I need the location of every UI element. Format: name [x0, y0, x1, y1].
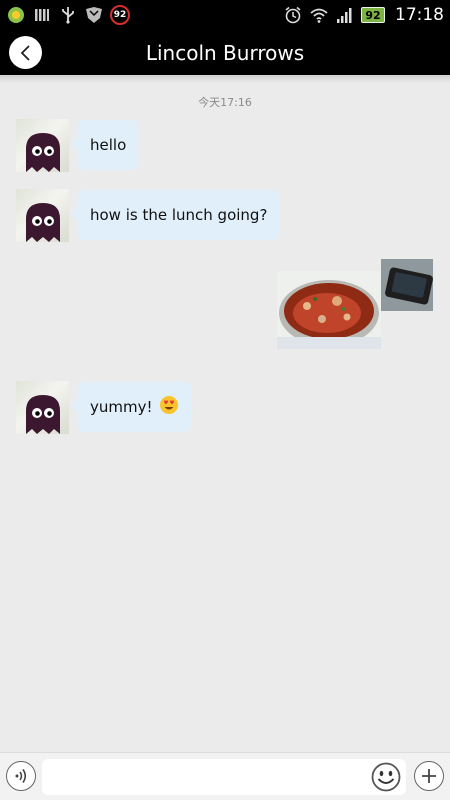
sent-image-message[interactable] — [277, 271, 381, 349]
contact-avatar[interactable] — [16, 381, 69, 434]
chevron-left-icon — [20, 44, 30, 61]
back-button[interactable] — [9, 36, 42, 69]
status-bar: 92 92 17:18 — [0, 0, 450, 30]
message-input[interactable] — [42, 759, 406, 795]
message-text: hello — [90, 136, 127, 154]
usb-icon — [58, 5, 78, 25]
voice-input-button[interactable] — [6, 761, 36, 791]
message-text: how is the lunch going? — [90, 206, 268, 224]
chat-timestamp: 今天17:16 — [198, 96, 252, 109]
title-bar: Lincoln Burrows — [0, 30, 450, 75]
shield-icon — [84, 5, 104, 25]
android-icon — [6, 5, 26, 25]
notification-count-icon: 92 — [110, 5, 130, 25]
contact-avatar[interactable] — [16, 119, 69, 172]
message-bubble-incoming[interactable]: how is the lunch going? — [70, 190, 280, 240]
message-text: yummy! — [90, 398, 153, 416]
message-bubble-incoming[interactable]: hello — [70, 120, 139, 170]
message-bubble-incoming[interactable]: yummy! — [71, 382, 191, 432]
alarm-icon — [283, 5, 303, 25]
add-attachment-button[interactable] — [414, 761, 444, 791]
wifi-icon — [309, 5, 329, 25]
signal-bars-icon — [32, 5, 52, 25]
food-photo — [277, 271, 381, 349]
status-bar-left: 92 — [6, 5, 130, 25]
phone-photo — [381, 259, 433, 311]
message-input-bar — [0, 752, 450, 800]
battery-icon: 92 — [361, 7, 385, 23]
cell-signal-icon — [335, 5, 355, 25]
emoji-button[interactable] — [370, 761, 402, 793]
sent-image-thumbnail[interactable] — [381, 259, 433, 311]
voice-wave-icon — [15, 769, 27, 783]
page-title: Lincoln Burrows — [145, 40, 305, 65]
contact-avatar[interactable] — [16, 189, 69, 242]
status-bar-right: 92 17:18 — [283, 5, 444, 25]
status-clock: 17:18 — [395, 5, 444, 25]
title-shadow — [0, 75, 450, 83]
heart-eyes-emoji-icon — [159, 395, 179, 419]
smiley-icon — [371, 762, 401, 792]
plus-icon — [422, 769, 436, 783]
